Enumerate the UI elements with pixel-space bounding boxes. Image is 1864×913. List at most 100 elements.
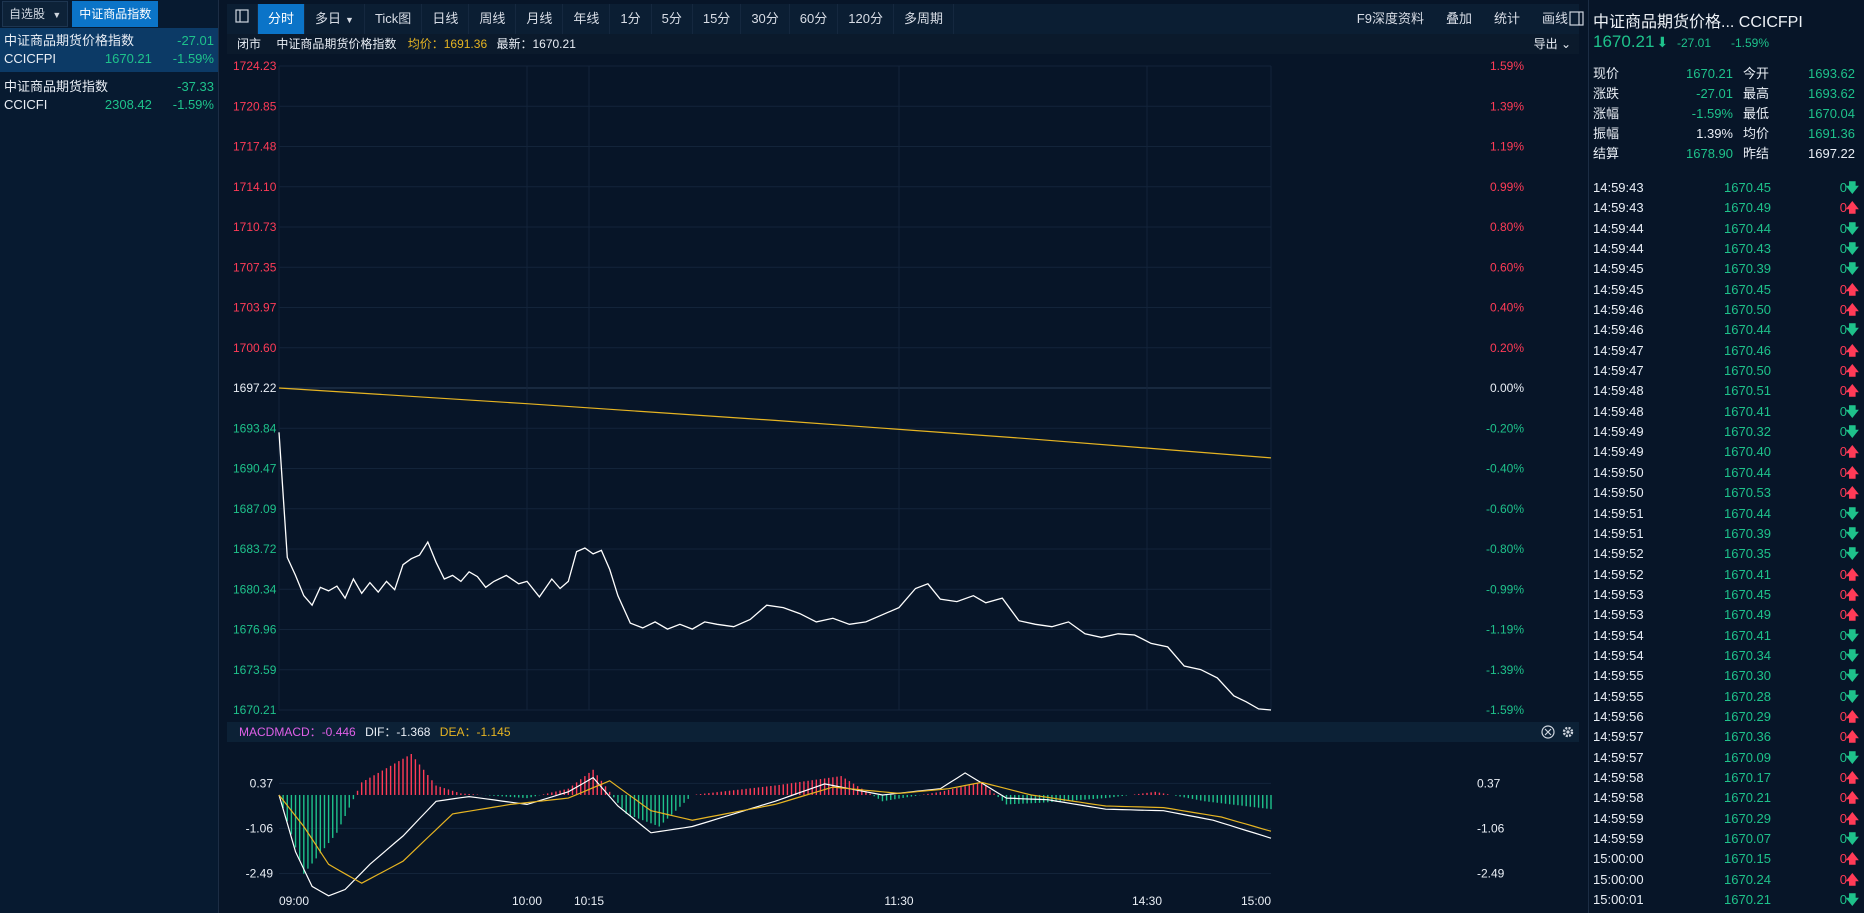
- overlay-button[interactable]: 叠加: [1435, 4, 1483, 34]
- tick-row: 14:59:57 1670.09 0 🡇: [1593, 748, 1859, 768]
- dea-value: -1.145: [476, 725, 510, 739]
- tick-row: 14:59:49 1670.40 0 🡅: [1593, 442, 1859, 462]
- instrument-price: 1670.21: [104, 51, 152, 66]
- tick-price: 1670.51: [1724, 383, 1771, 399]
- pct-tick-label: 1.19%: [1490, 140, 1524, 154]
- tick-price: 1670.49: [1724, 607, 1771, 623]
- tab-period-multiday[interactable]: 多日 ▼: [305, 4, 365, 34]
- price-tick-label: 1714.10: [233, 180, 277, 194]
- tick-row: 14:59:46 1670.50 0 🡅: [1593, 300, 1859, 320]
- quote-value: 1.39%: [1696, 126, 1733, 141]
- macd-label: MACD：: [274, 725, 321, 739]
- tick-time: 14:59:57: [1593, 749, 1644, 765]
- macd-title: MACD: [239, 725, 275, 739]
- tab-period-1min[interactable]: 1分: [610, 4, 652, 34]
- tick-row: 14:59:51 1670.44 0 🡇: [1593, 504, 1859, 524]
- arrow-down-icon: 🡇: [1845, 220, 1859, 236]
- quote-label: 涨幅: [1593, 106, 1620, 121]
- arrow-down-icon: 🡇: [1845, 403, 1859, 419]
- macd-grid: [279, 782, 1271, 874]
- tab-period-multi[interactable]: 多周期: [894, 4, 954, 34]
- arrow-up-icon: 🡅: [1845, 871, 1859, 887]
- tab-commodity-index[interactable]: 中证商品指数: [72, 1, 159, 27]
- time-tick-label: 14:30: [1132, 894, 1162, 908]
- tab-period-30min[interactable]: 30分: [741, 4, 790, 34]
- tab-period-daily[interactable]: 日线: [422, 4, 470, 34]
- arrow-down-icon: 🡇: [1845, 525, 1859, 541]
- tick-row: 14:59:53 1670.45 0 🡅: [1593, 585, 1859, 605]
- export-button[interactable]: 导出 ⌄: [1534, 34, 1571, 54]
- tab-watchlist[interactable]: 自选股 ▼: [2, 1, 69, 27]
- tick-time: 14:59:49: [1593, 444, 1644, 460]
- tab-period-120min[interactable]: 120分: [838, 4, 894, 34]
- tab-period-monthly[interactable]: 月线: [516, 4, 564, 34]
- instrument-pct: -1.59%: [172, 51, 214, 66]
- time-tick-label: 11:30: [884, 894, 913, 908]
- tick-row: 14:59:59 1670.07 0 🡇: [1593, 829, 1859, 849]
- f9-data-button[interactable]: F9深度资料: [1346, 4, 1435, 34]
- tick-price: 1670.50: [1724, 302, 1771, 318]
- price-axis-left: 1724.23 1720.85 1717.48 1714.10 1710.73 1707.…: [233, 59, 277, 717]
- panel-toggle-icon[interactable]: [1569, 4, 1585, 34]
- pct-tick-label: -1.19%: [1486, 623, 1524, 637]
- arrow-down-icon: 🡇: [1845, 668, 1859, 684]
- chart-info-bar: 闭市 中证商品期货价格指数 均价：1691.36 最新：1670.21 导出 ⌄: [227, 34, 1579, 54]
- watchlist-item[interactable]: 中证商品期货指数 -37.33 CCICFI 2308.42 -1.59%: [0, 74, 218, 118]
- arrow-up-icon: 🡅: [1845, 769, 1859, 785]
- dea-label: DEA：: [440, 725, 477, 739]
- tick-row: 14:59:50 1670.53 0 🡅: [1593, 483, 1859, 503]
- tick-row: 14:59:56 1670.29 0 🡅: [1593, 707, 1859, 727]
- arrow-up-icon: 🡅: [1845, 363, 1859, 379]
- tick-list[interactable]: 14:59:43 1670.45 0 🡇 14:59:43 1670.49 0 🡅 14:59:…: [1593, 178, 1859, 910]
- tab-period-5min[interactable]: 5分: [652, 4, 693, 34]
- arrow-up-icon: 🡅: [1845, 708, 1859, 724]
- watchlist-tabs: 自选股 ▼ 中证商品指数: [0, 0, 218, 28]
- tick-row: 14:59:45 1670.39 0 🡇: [1593, 259, 1859, 279]
- price-tick-label: 1707.35: [233, 260, 277, 274]
- tick-row: 14:59:53 1670.49 0 🡅: [1593, 605, 1859, 625]
- tick-price: 1670.30: [1724, 668, 1771, 684]
- tick-row: 14:59:52 1670.41 0 🡅: [1593, 565, 1859, 585]
- watchlist-item[interactable]: 中证商品期货价格指数 -27.01 CCICFPI 1670.21 -1.59%: [0, 28, 218, 72]
- quote-value: 1697.22: [1808, 146, 1855, 161]
- arrow-down-icon: 🡇: [1845, 892, 1859, 908]
- price-tick-label: 1670.21: [233, 703, 277, 717]
- tick-time: 14:59:58: [1593, 769, 1644, 785]
- intraday-chart[interactable]: 1724.23 1720.85 1717.48 1714.10 1710.73 1707.…: [227, 54, 1579, 913]
- arrow-up-icon: 🡅: [1845, 607, 1859, 623]
- tab-period-15min[interactable]: 15分: [693, 4, 742, 34]
- tick-row: 14:59:57 1670.36 0 🡅: [1593, 727, 1859, 747]
- tick-row: 14:59:51 1670.39 0 🡇: [1593, 524, 1859, 544]
- tick-time: 14:59:44: [1593, 241, 1644, 257]
- tick-time: 14:59:47: [1593, 342, 1644, 358]
- quote-table: 现价 1670.21 今开 1693.62 涨跌 -27.01 最高 1693.62 涨幅 -1.…: [1593, 64, 1859, 164]
- macd-tick-label: 0.37: [250, 776, 274, 790]
- tab-period-60min[interactable]: 60分: [790, 4, 839, 34]
- stats-button[interactable]: 统计: [1483, 4, 1531, 34]
- arrow-up-icon: 🡅: [1845, 281, 1859, 297]
- dif-value: -1.368: [396, 725, 430, 739]
- pct-tick-label: 1.59%: [1490, 59, 1524, 73]
- sidebar-toggle-icon[interactable]: [227, 4, 258, 34]
- pct-tick-label: -0.60%: [1486, 502, 1524, 516]
- tick-row: 15:00:00 1670.15 0 🡅: [1593, 849, 1859, 869]
- chart-instrument-name: 中证商品期货价格指数: [276, 37, 397, 51]
- tab-period-intraday[interactable]: 分时: [258, 4, 306, 34]
- tab-label: 多日: [315, 11, 342, 26]
- tab-period-tick[interactable]: Tick图: [365, 4, 423, 34]
- arrow-up-icon: 🡅: [1845, 464, 1859, 480]
- quote-label: 结算: [1593, 146, 1620, 161]
- tick-price: 1670.17: [1724, 769, 1771, 785]
- price-tick-label: 1683.72: [233, 542, 277, 556]
- tick-price: 1670.09: [1724, 749, 1771, 765]
- tab-period-yearly[interactable]: 年线: [563, 4, 611, 34]
- tab-period-weekly[interactable]: 周线: [469, 4, 517, 34]
- arrow-down-icon: 🡇: [1845, 505, 1859, 521]
- tick-row: 14:59:54 1670.34 0 🡇: [1593, 646, 1859, 666]
- tick-row: 14:59:50 1670.44 0 🡅: [1593, 463, 1859, 483]
- quote-label: 振幅: [1593, 126, 1620, 141]
- macd-tick-label: 0.37: [1477, 776, 1501, 790]
- quote-value: 1693.62: [1808, 86, 1855, 101]
- tick-time: 14:59:55: [1593, 668, 1644, 684]
- macd-tick-label: -1.06: [246, 821, 274, 835]
